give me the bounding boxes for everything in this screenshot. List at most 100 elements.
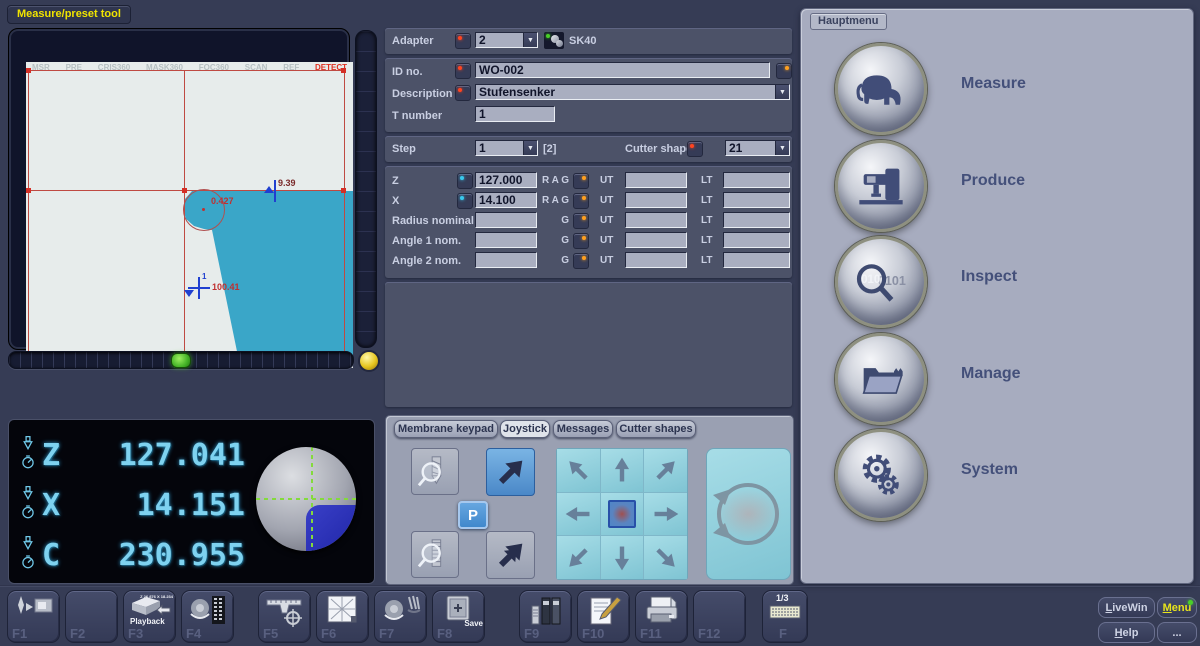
jog-up-left[interactable] xyxy=(557,449,600,492)
row-z-ref-button[interactable] xyxy=(457,173,473,189)
jog-center[interactable] xyxy=(601,493,644,536)
measure-screw-button[interactable] xyxy=(411,531,459,578)
fkey-f12[interactable]: F12 xyxy=(693,590,746,643)
slider-handle[interactable] xyxy=(171,353,191,368)
gears-icon[interactable] xyxy=(835,429,927,521)
adapter-select[interactable]: 2 ▼ xyxy=(475,32,538,48)
fkey-f3[interactable]: Z 26.876 X 18.234 Playback F3 xyxy=(123,590,176,643)
adapter-icon xyxy=(544,32,564,49)
tab-membrane-keypad[interactable]: Membrane keypad xyxy=(394,420,498,438)
spindle-rotate-pad[interactable] xyxy=(706,448,791,580)
row-radius-g-button[interactable] xyxy=(573,213,589,229)
row-x-ut-input[interactable] xyxy=(625,192,687,208)
row-z-lt-input[interactable] xyxy=(723,172,790,188)
step-select[interactable]: 1 ▼ xyxy=(475,140,538,156)
vertical-slider[interactable] xyxy=(355,30,377,348)
cutter-shape-select[interactable]: 21 ▼ xyxy=(725,140,790,156)
screw-magnifier-icon xyxy=(416,537,454,573)
row-z-g-button[interactable] xyxy=(573,173,589,189)
jog-up[interactable] xyxy=(601,449,644,492)
row-angle2-lt-input[interactable] xyxy=(723,252,790,268)
machine-icon[interactable] xyxy=(835,140,927,232)
folder-icon[interactable] xyxy=(835,333,927,425)
jog-down[interactable] xyxy=(601,536,644,579)
tab-joystick[interactable]: Joystick xyxy=(500,420,550,438)
fkey-label: F7 xyxy=(379,626,394,641)
fkey-f11[interactable]: F11 xyxy=(635,590,688,643)
row-x-lt-input[interactable] xyxy=(723,192,790,208)
x-dim-annotation: 100.41 xyxy=(212,282,240,292)
more-button[interactable]: ... xyxy=(1157,622,1197,643)
row-angle1-lt-input[interactable] xyxy=(723,232,790,248)
elephant-icon[interactable] xyxy=(835,43,927,135)
chevron-down-icon[interactable]: ▼ xyxy=(523,141,537,155)
description-select[interactable]: Stufensenker ▼ xyxy=(475,84,790,100)
jog-direction-up-button[interactable] xyxy=(486,448,535,496)
t-number-label: T number xyxy=(392,110,442,122)
row-x-ref-button[interactable] xyxy=(457,193,473,209)
row-x-input[interactable] xyxy=(475,192,537,208)
joystick-center[interactable] xyxy=(608,500,636,528)
menu-item-measure[interactable]: Measure xyxy=(821,43,1171,135)
tab-messages[interactable]: Messages xyxy=(553,420,613,438)
jog-right[interactable] xyxy=(644,493,687,536)
fkey-f2[interactable]: F2 xyxy=(65,590,118,643)
measure-drill-button[interactable] xyxy=(411,448,459,495)
fkey-f10[interactable]: F10 xyxy=(577,590,630,643)
fkey-f4[interactable]: F4 xyxy=(181,590,234,643)
jog-direction-alt-button[interactable] xyxy=(486,531,535,579)
tab-label: Joystick xyxy=(503,423,547,435)
t-number-input[interactable] xyxy=(475,106,555,122)
menu-item-system[interactable]: System xyxy=(821,429,1171,521)
jog-down-right[interactable] xyxy=(644,536,687,579)
illumination-led-button[interactable] xyxy=(358,350,380,372)
adapter-status-button[interactable] xyxy=(455,33,471,49)
row-angle2-ut-input[interactable] xyxy=(625,252,687,268)
livewin-button[interactable]: LiveWin xyxy=(1098,597,1155,618)
fkey-page[interactable]: 1/3 F xyxy=(762,590,808,643)
tool-to-machine-icon xyxy=(13,594,55,624)
description-status-button[interactable] xyxy=(455,85,471,101)
row-angle1-ut-input[interactable] xyxy=(625,232,687,248)
p-button[interactable]: P xyxy=(458,501,488,529)
z-dim-annotation: 9.39 xyxy=(278,178,296,188)
menu-item-manage[interactable]: Manage xyxy=(821,333,1171,425)
id-status-button[interactable] xyxy=(455,63,471,79)
row-radius-ut-input[interactable] xyxy=(625,212,687,228)
menu-item-produce[interactable]: Produce xyxy=(821,140,1171,232)
jog-left[interactable] xyxy=(557,493,600,536)
id-action-button[interactable] xyxy=(776,63,792,79)
row-radius-input[interactable] xyxy=(475,212,537,228)
form-spacer-block xyxy=(385,282,792,407)
menu-button[interactable]: Menu xyxy=(1157,597,1197,618)
help-button[interactable]: Help xyxy=(1098,622,1155,643)
menu-item-inspect[interactable]: 0101 010 Inspect xyxy=(821,236,1171,328)
caliper-target-icon xyxy=(263,594,307,628)
chevron-down-icon[interactable]: ▼ xyxy=(775,85,789,99)
row-x-g-button[interactable] xyxy=(573,193,589,209)
fkey-f8[interactable]: Save F8 xyxy=(432,590,485,643)
row-angle1-g-button[interactable] xyxy=(573,233,589,249)
fkey-f6[interactable]: F6 xyxy=(316,590,369,643)
chevron-down-icon[interactable]: ▼ xyxy=(523,33,537,47)
row-z-ut-input[interactable] xyxy=(625,172,687,188)
row-angle2-g-button[interactable] xyxy=(573,253,589,269)
fkey-f5[interactable]: F5 xyxy=(258,590,311,643)
jog-down-left[interactable] xyxy=(557,536,600,579)
row-radius-lt-input[interactable] xyxy=(723,212,790,228)
row-angle2-input[interactable] xyxy=(475,252,537,268)
camera-position-slider[interactable] xyxy=(8,351,354,369)
jog-up-right[interactable] xyxy=(644,449,687,492)
tab-cutter-shapes[interactable]: Cutter shapes xyxy=(616,420,696,438)
magnifier-binary-icon[interactable]: 0101 010 xyxy=(835,236,927,328)
row-z-input[interactable] xyxy=(475,172,537,188)
row-angle2-ut-label: UT xyxy=(600,255,613,266)
fkey-f9[interactable]: F9 xyxy=(519,590,572,643)
fkey-label: F9 xyxy=(524,626,539,641)
fkey-f7[interactable]: F7 xyxy=(374,590,427,643)
chevron-down-icon[interactable]: ▼ xyxy=(775,141,789,155)
id-input[interactable] xyxy=(475,62,770,78)
fkey-f1[interactable]: F1 xyxy=(7,590,60,643)
row-angle1-input[interactable] xyxy=(475,232,537,248)
cutter-shape-status-button[interactable] xyxy=(687,141,703,157)
